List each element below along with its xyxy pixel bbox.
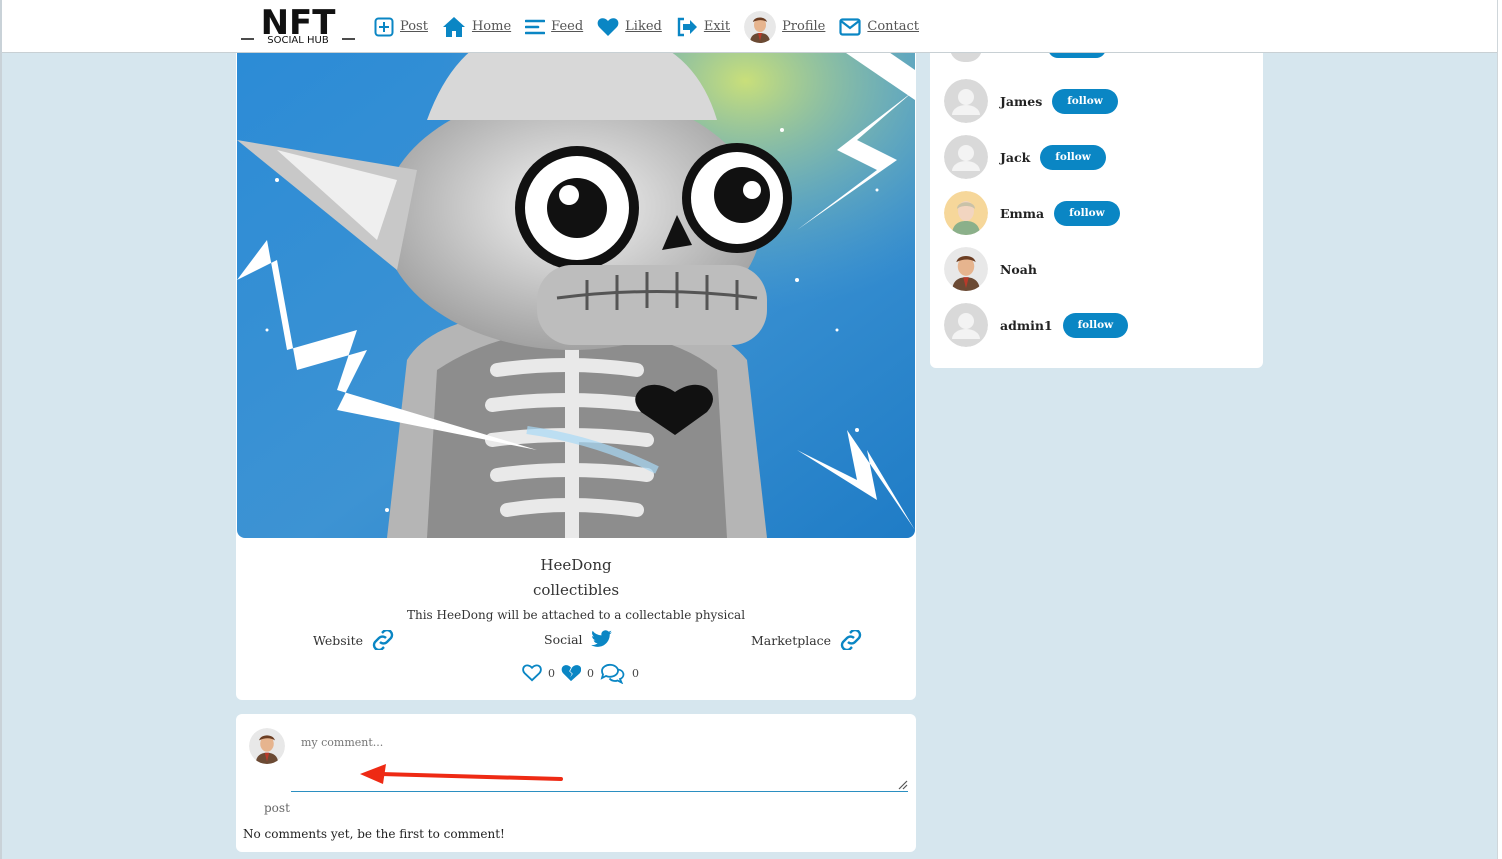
nav-post[interactable]: Post xyxy=(374,17,428,37)
follow-button[interactable]: follow xyxy=(1040,144,1106,170)
dislike-button[interactable]: 0 xyxy=(561,664,594,682)
nav-exit-label: Exit xyxy=(703,19,731,34)
resize-handle-icon[interactable] xyxy=(896,778,908,790)
feed-lines-icon xyxy=(525,19,546,34)
nav-exit[interactable]: Exit xyxy=(676,17,730,37)
avatar xyxy=(249,728,285,764)
nav-liked-label: Liked xyxy=(625,19,662,34)
user-row-emma: Emma follow xyxy=(944,191,1120,235)
envelope-icon xyxy=(839,17,861,36)
heart-icon xyxy=(597,17,619,36)
red-arrow-annotation xyxy=(360,764,563,784)
nft-image[interactable] xyxy=(237,30,915,538)
twitter-icon xyxy=(590,630,612,647)
avatar[interactable] xyxy=(944,79,988,123)
user-name[interactable]: admin1 xyxy=(1000,318,1053,333)
like-count: 0 xyxy=(548,666,555,680)
follow-button[interactable]: follow xyxy=(1062,312,1129,338)
like-button[interactable]: 0 xyxy=(522,664,555,682)
website-link-label: Website xyxy=(313,632,364,648)
comments-button[interactable]: 0 xyxy=(600,662,639,684)
nav-post-label: Post xyxy=(400,19,428,34)
nft-social-hub-logo[interactable]: NFT SOCIAL HUB xyxy=(240,3,356,46)
comment-count: 0 xyxy=(632,666,639,680)
avatar[interactable] xyxy=(944,247,988,291)
avatar[interactable] xyxy=(944,135,988,179)
avatar[interactable] xyxy=(944,191,988,235)
heart-outline-icon xyxy=(522,664,542,682)
user-name[interactable]: James xyxy=(1000,94,1042,109)
user-row-admin1: admin1 follow xyxy=(944,303,1129,347)
follow-button[interactable]: follow xyxy=(1054,200,1120,226)
comments-icon xyxy=(600,663,625,684)
nav-contact-label: Contact xyxy=(867,19,920,34)
user-row-jack: Jack follow xyxy=(944,135,1106,179)
user-row-james: James follow xyxy=(944,79,1118,123)
home-icon xyxy=(442,16,465,37)
window-frame-left xyxy=(0,0,2,859)
post-comment-button[interactable]: post xyxy=(264,801,290,815)
nav-feed-label: Feed xyxy=(551,19,584,34)
marketplace-link[interactable]: Marketplace xyxy=(751,630,863,650)
nav-home[interactable]: Home xyxy=(442,16,511,38)
user-name[interactable]: Noah xyxy=(1000,262,1037,277)
exit-icon xyxy=(677,17,697,36)
social-link[interactable]: Social xyxy=(544,630,613,648)
empty-comments-text: No comments yet, be the first to comment… xyxy=(243,827,505,841)
user-name[interactable]: Emma xyxy=(1000,206,1044,221)
suggested-users-panel: James follow Jack follow Emma follow Noa… xyxy=(930,30,1263,368)
chain-link-icon xyxy=(840,630,862,650)
nav-profile[interactable]: Profile xyxy=(744,10,826,43)
nav-profile-label: Profile xyxy=(782,19,826,34)
marketplace-link-label: Marketplace xyxy=(751,632,832,648)
top-navbar: NFT SOCIAL HUB Post Home Feed Liked Exit xyxy=(2,0,1497,53)
post-stats: 0 0 0 xyxy=(522,662,645,684)
svg-text:SOCIAL HUB: SOCIAL HUB xyxy=(267,35,329,46)
nav-feed[interactable]: Feed xyxy=(525,18,583,36)
follow-button[interactable]: follow xyxy=(1052,88,1118,114)
website-link[interactable]: Website xyxy=(313,630,395,650)
post-category: collectibles xyxy=(532,581,620,599)
post-card: HeeDong collectibles This HeeDong will b… xyxy=(236,30,916,700)
social-link-label: Social xyxy=(544,631,583,647)
window-frame-right xyxy=(1497,0,1502,859)
chain-link-icon xyxy=(372,630,394,650)
broken-heart-icon xyxy=(561,665,581,682)
post-title: HeeDong xyxy=(540,556,612,574)
comment-section: post No comments yet, be the first to co… xyxy=(236,714,916,852)
plus-square-icon xyxy=(374,17,394,36)
avatar[interactable] xyxy=(944,303,988,347)
nav-contact[interactable]: Contact xyxy=(839,17,920,36)
nav-liked[interactable]: Liked xyxy=(597,17,662,37)
nav-home-label: Home xyxy=(471,19,512,34)
user-row-noah: Noah xyxy=(944,247,1037,291)
post-description: This HeeDong will be attached to a colle… xyxy=(406,608,746,622)
main-nav: Post Home Feed Liked Exit Profile Contac… xyxy=(374,0,933,53)
avatar xyxy=(744,10,777,43)
user-name[interactable]: Jack xyxy=(1000,150,1030,165)
dislike-count: 0 xyxy=(587,666,594,680)
